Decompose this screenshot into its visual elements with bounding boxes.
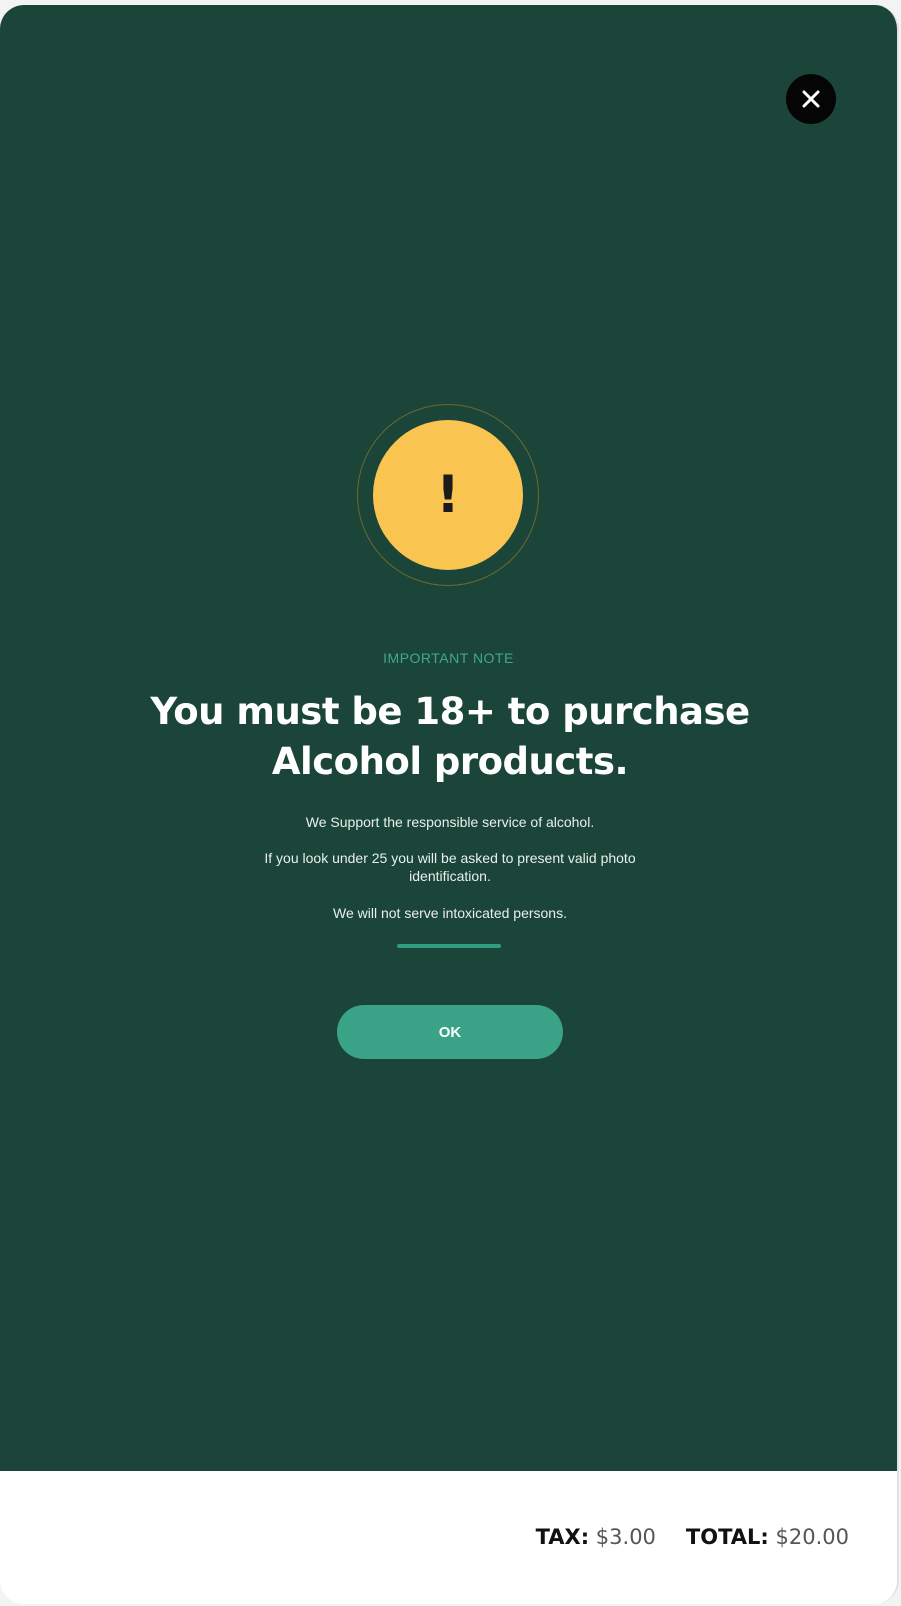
close-icon — [802, 90, 820, 108]
tax-label: TAX: — [535, 1525, 590, 1549]
order-totals: TAX: $3.00 TOTAL: $20.00 — [536, 1525, 849, 1549]
total-summary: TOTAL: $20.00 — [686, 1525, 849, 1549]
modal-title: You must be 18+ to purchase Alcohol prod… — [150, 690, 750, 783]
exclamation-icon: ! — [373, 420, 523, 570]
ok-button[interactable]: OK — [337, 1005, 563, 1059]
divider — [397, 944, 501, 948]
tax-summary: TAX: $3.00 — [536, 1525, 656, 1549]
close-button[interactable] — [786, 74, 836, 124]
tax-value: $3.00 — [595, 1525, 656, 1549]
app-frame: ! IMPORTANT NOTE You must be 18+ to purc… — [0, 5, 899, 1604]
total-label: TOTAL: — [685, 1525, 769, 1549]
total-value: $20.00 — [775, 1525, 849, 1549]
alert-ring: ! — [357, 404, 539, 586]
alert-symbol: ! — [436, 465, 460, 525]
eyebrow-label: IMPORTANT NOTE — [383, 650, 514, 666]
responsible-service-text: We Support the responsible service of al… — [305, 814, 595, 830]
age-restriction-modal: ! IMPORTANT NOTE You must be 18+ to purc… — [0, 5, 897, 1471]
id-requirement-text: If you look under 25 you will be asked t… — [264, 850, 636, 884]
intoxication-text: We will not serve intoxicated persons. — [333, 905, 567, 921]
